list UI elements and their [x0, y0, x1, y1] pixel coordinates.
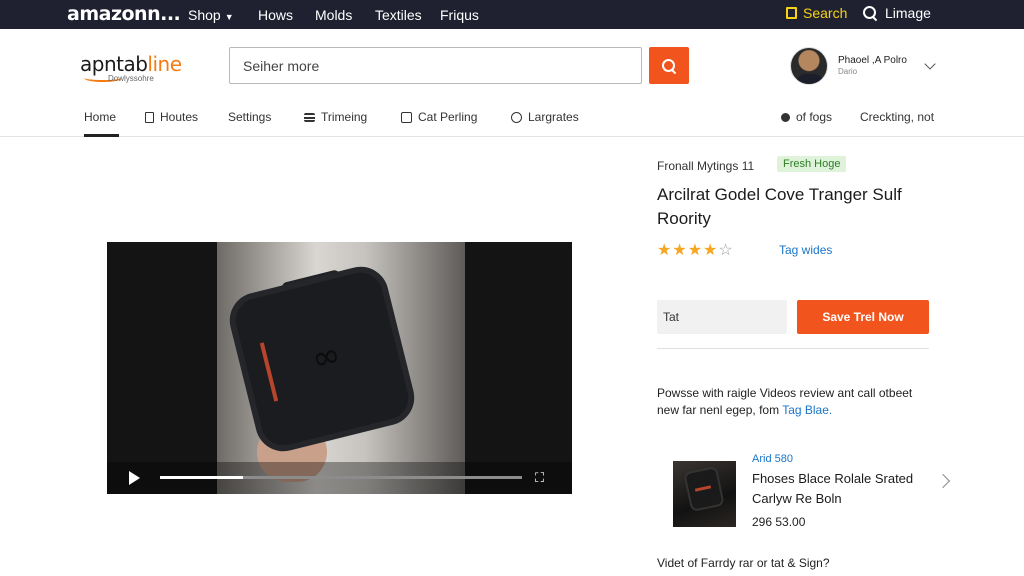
video-player[interactable]: ∞ ⛶: [107, 242, 572, 494]
tab-cat-perling[interactable]: Cat Perling: [401, 110, 477, 124]
star-empty-icon: ☆: [718, 242, 734, 259]
seek-bar-progress: [160, 476, 244, 479]
chevron-down-icon[interactable]: [924, 58, 936, 70]
logo-text: apntabline: [80, 52, 182, 76]
save-now-button[interactable]: Save Trel Now: [797, 300, 929, 334]
route-icon: [145, 111, 154, 123]
star-filled-icon: ★: [657, 242, 673, 259]
nav-friqus[interactable]: Friqus: [440, 7, 479, 23]
chevron-right-icon[interactable]: [935, 473, 951, 489]
calendar-icon: [401, 111, 412, 123]
recommendation-thumbnail[interactable]: [673, 461, 736, 527]
site-logo[interactable]: apntabline Dowlyssohre: [80, 52, 182, 83]
search-icon: [863, 6, 877, 20]
tab-home[interactable]: Home: [84, 110, 116, 124]
nav-shop[interactable]: Shop ▼: [188, 7, 234, 23]
search-box-icon: [786, 7, 797, 19]
refresh-icon: [511, 111, 522, 123]
product-description: Powsse with raigle Videos review ant cal…: [657, 386, 913, 417]
recommendation-price: 296 53.00: [752, 515, 806, 529]
logo-highlight: line: [147, 52, 182, 76]
top-search-link[interactable]: Search: [786, 5, 847, 21]
product-title: Arcilrat Godel Cove Tranger Sulf Roority: [657, 185, 902, 228]
fullscreen-icon[interactable]: ⛶: [535, 470, 544, 486]
chevron-down-icon: ▼: [224, 12, 234, 22]
quantity-field[interactable]: Tat: [657, 300, 787, 334]
tab-trimeing[interactable]: Trimeing: [304, 110, 367, 124]
tab-settings[interactable]: Settings: [228, 110, 271, 124]
rating-link[interactable]: Tag wides: [779, 243, 832, 257]
search-button[interactable]: [649, 47, 689, 84]
recommendation-tag[interactable]: Arid 580: [752, 453, 793, 465]
tab-largrates[interactable]: Largrates: [511, 110, 579, 124]
breadcrumb[interactable]: Fronall Mytings 11: [657, 159, 754, 173]
recommendation-title[interactable]: Fhoses Blace Rolale Srated Carlyw Re Bol…: [752, 469, 922, 509]
fog-icon: [781, 112, 790, 122]
tab-houtes[interactable]: Houtes: [145, 110, 198, 124]
bottom-question: Videt of Farrdy rar or tat & Sign?: [657, 556, 830, 570]
avatar[interactable]: [790, 47, 828, 85]
top-nav-bar: amazonn... Shop ▼ Hows Molds Textiles Fri…: [0, 0, 1024, 29]
image-search-link[interactable]: Limage: [863, 5, 931, 21]
rating-stars: ★★★★☆: [657, 240, 734, 260]
user-name[interactable]: Phaoel ,A Polro: [838, 55, 907, 66]
nav-hows[interactable]: Hows: [258, 7, 293, 23]
play-icon[interactable]: [129, 471, 140, 485]
user-subtitle: Dario: [838, 67, 858, 76]
star-filled-icon: ★: [672, 242, 688, 259]
list-icon: [304, 112, 315, 122]
nav-textiles[interactable]: Textiles: [375, 7, 422, 23]
star-filled-icon: ★: [703, 242, 719, 259]
status-badge: Fresh Hoge: [777, 156, 847, 172]
search-icon: [662, 58, 676, 73]
tab-of-fogs[interactable]: of fogs: [781, 110, 832, 124]
nav-molds[interactable]: Molds: [315, 7, 352, 23]
search-input[interactable]: Seiher more: [229, 47, 642, 84]
active-tab-indicator: [84, 134, 119, 137]
star-filled-icon: ★: [687, 242, 704, 259]
description-link[interactable]: Tag Blae.: [782, 403, 832, 417]
brand-logo[interactable]: amazonn...: [67, 3, 181, 25]
tab-creckting[interactable]: Creckting, not: [860, 110, 934, 124]
logo-subtitle: Dowlyssohre: [108, 74, 154, 83]
divider: [657, 348, 929, 349]
tab-bar: Home Houtes Settings Trimeing Cat Perlin…: [0, 100, 1024, 137]
